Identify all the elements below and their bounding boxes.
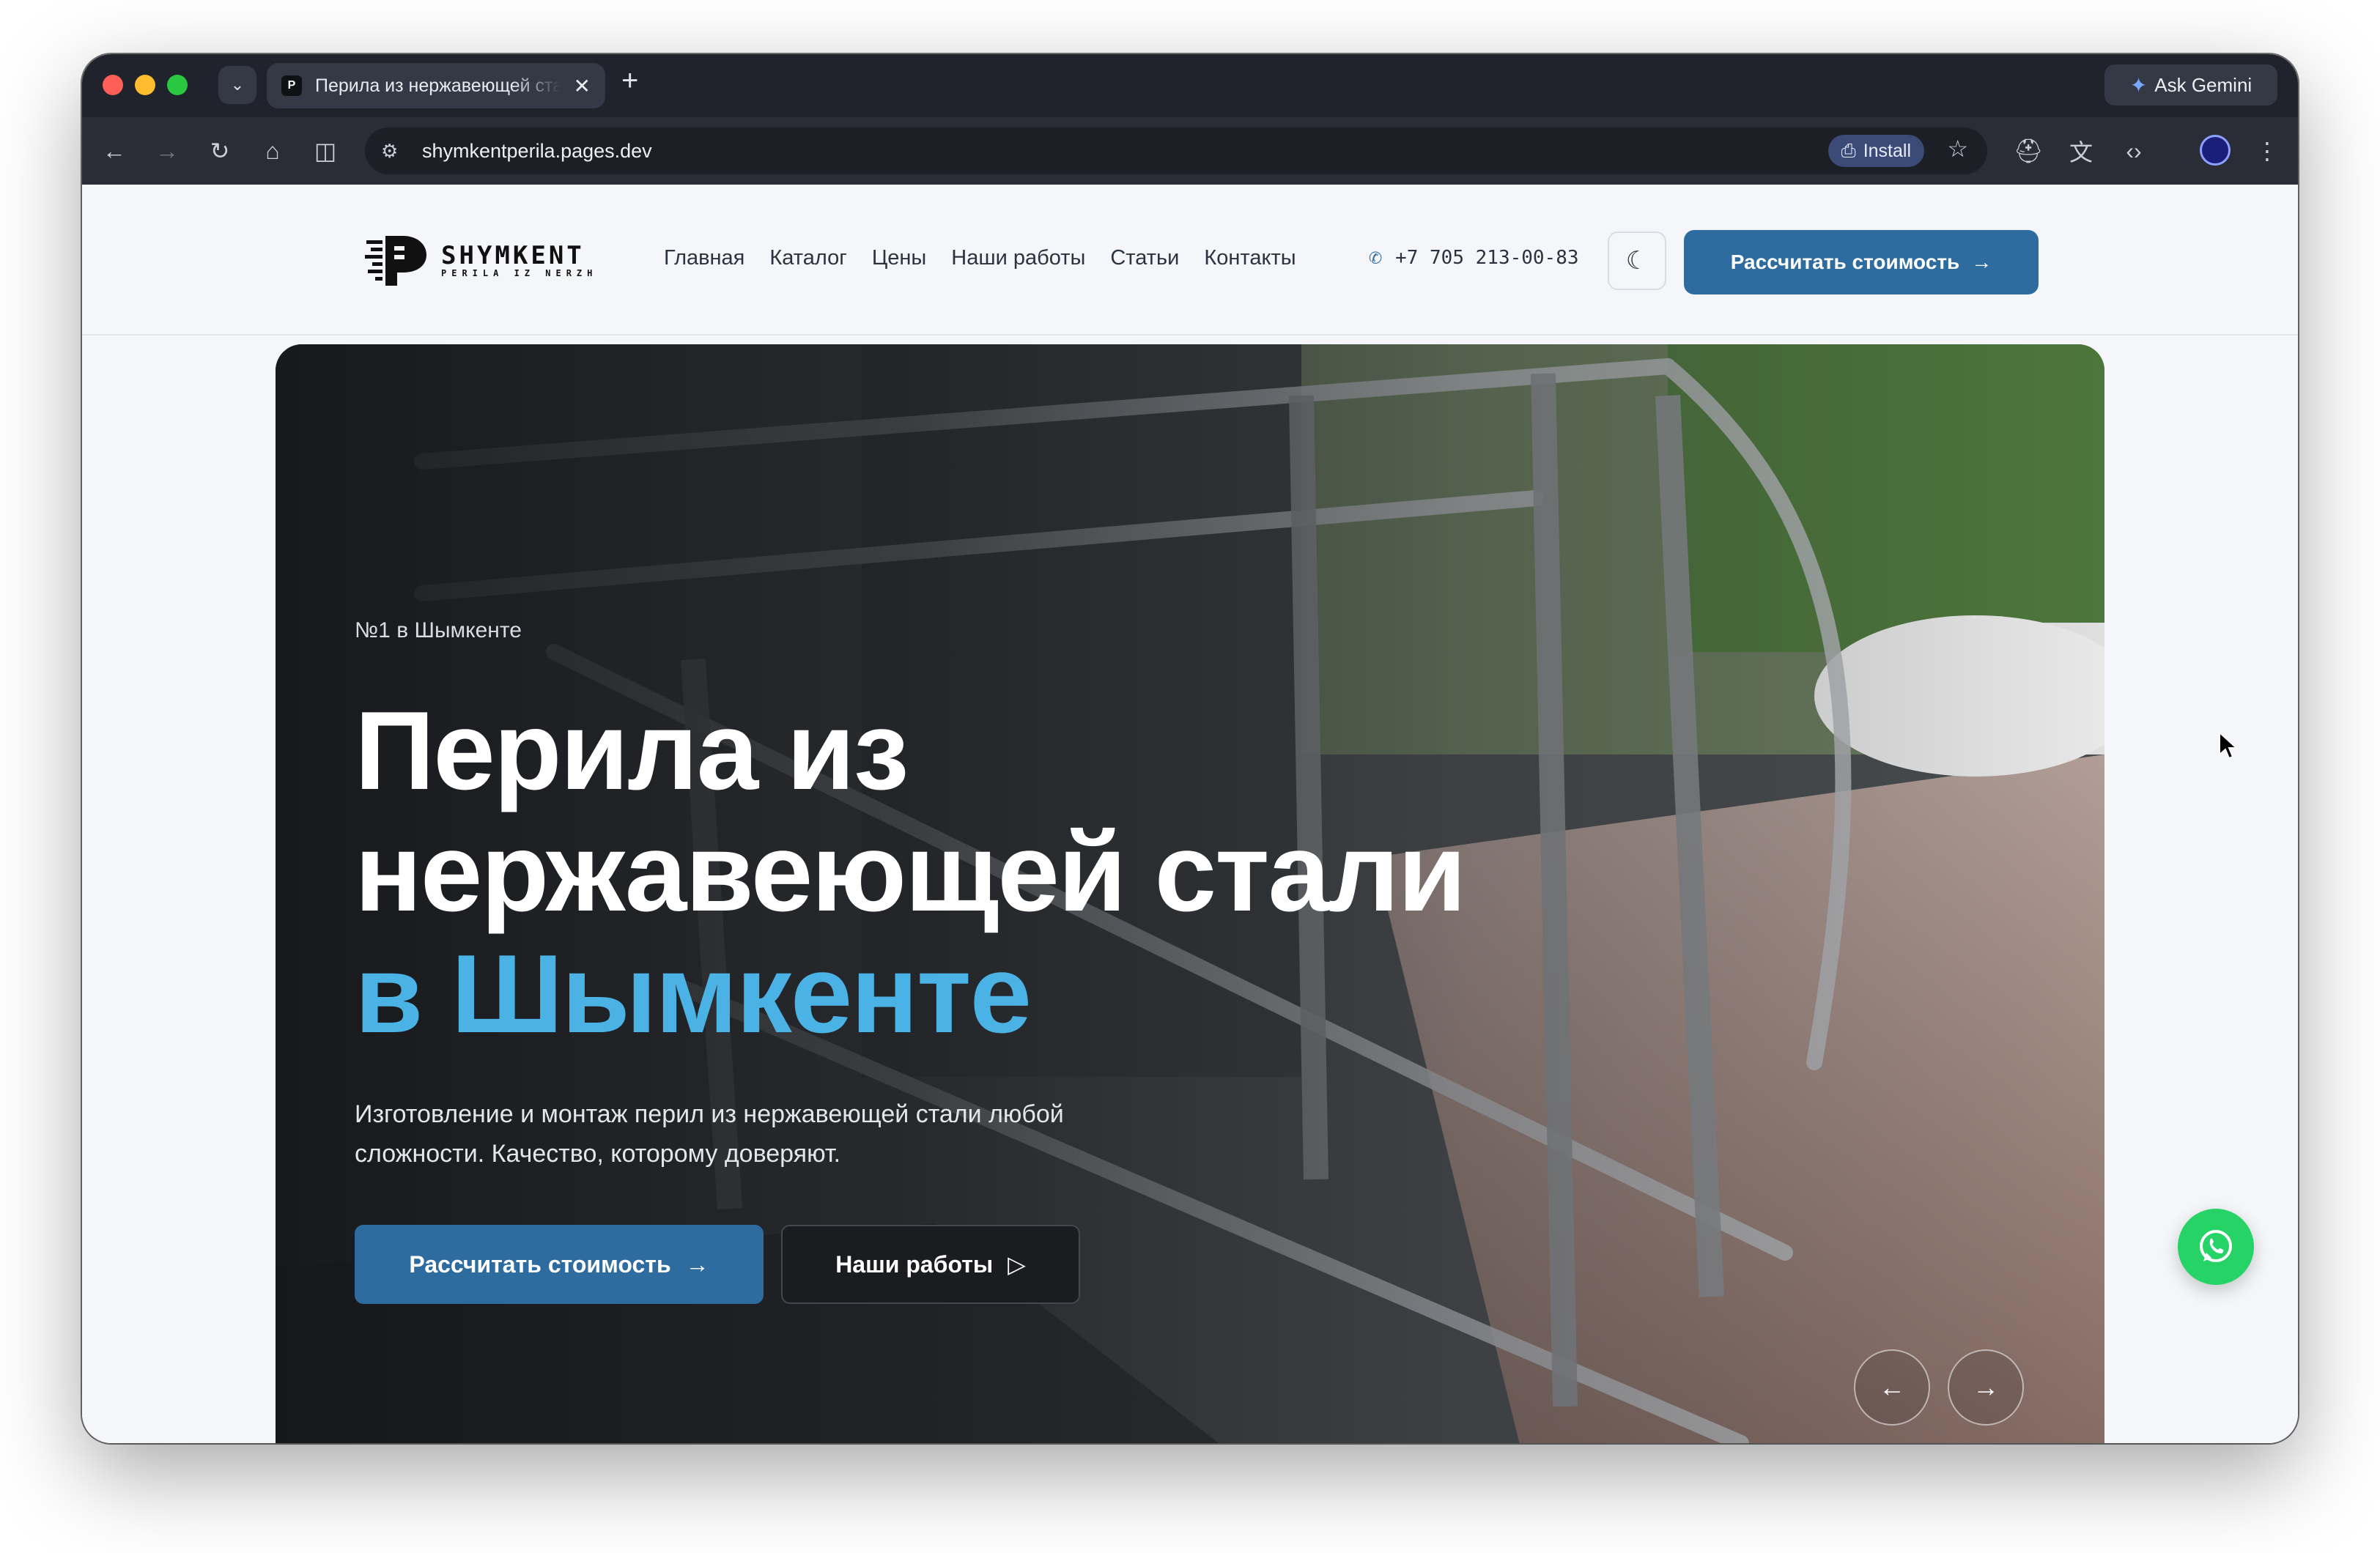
close-window-button[interactable]	[103, 75, 123, 95]
browser-toolbar: ← → ↻ ⌂ ◫ ⚙ shymkentperila.pages.dev ⎙ I…	[82, 117, 2298, 185]
site-logo[interactable]: SHYMKENT PERILA IZ NERZH	[365, 233, 597, 289]
headline-accent: в Шымкенте	[355, 932, 1032, 1056]
arrow-left-icon: ←	[1879, 1372, 1905, 1402]
moon-icon: ☾	[1625, 247, 1649, 275]
headline-line-2: нержавеющей стали	[355, 810, 1466, 935]
play-icon: ▷	[1008, 1251, 1026, 1278]
home-icon[interactable]: ⌂	[255, 133, 290, 168]
hero-calculate-button[interactable]: Рассчитать стоимость →	[355, 1225, 764, 1304]
chevron-down-icon: ⌄	[230, 75, 245, 94]
ask-gemini-button[interactable]: ✦ Ask Gemini	[2104, 64, 2277, 105]
devtools-icon[interactable]: ‹›	[2116, 133, 2151, 168]
hero-works-button[interactable]: Наши работы ▷	[781, 1225, 1080, 1304]
slider-prev-button[interactable]: ←	[1854, 1349, 1930, 1426]
hero-badge: №1 в Шымкенте	[355, 618, 522, 642]
site-settings-icon[interactable]: ⚙	[381, 140, 410, 163]
hero-buttons: Рассчитать стоимость → Наши работы ▷	[355, 1225, 1465, 1304]
new-tab-button[interactable]: +	[621, 64, 638, 97]
install-app-button[interactable]: ⎙ Install	[1828, 135, 1924, 167]
tab-search-button[interactable]: ⌄	[218, 66, 256, 104]
ask-gemini-label: Ask Gemini	[2154, 73, 2252, 96]
hero-slider: №1 в Шымкенте Перила из нержавеющей стал…	[276, 344, 2104, 1443]
minimize-window-button[interactable]	[135, 75, 155, 95]
cursor-icon	[2219, 731, 2239, 760]
split-view-icon[interactable]: ◫	[308, 133, 343, 168]
browser-titlebar: ⌄ P Перила из нержавеющей стали ✕ + ✦ As…	[82, 54, 2298, 117]
hero-content: №1 в Шымкенте Перила из нержавеющей стал…	[355, 618, 1466, 1304]
gemini-sparkle-icon: ✦	[2129, 73, 2148, 97]
profile-avatar-icon[interactable]	[2200, 135, 2231, 166]
hero-headline: Перила из нержавеющей стали в Шымкенте	[355, 689, 1466, 1056]
bookmark-star-icon[interactable]: ☆	[1947, 135, 1968, 163]
web-page: SHYMKENT PERILA IZ NERZH Главная Каталог…	[82, 185, 2298, 1443]
hero-works-label: Наши работы	[835, 1250, 994, 1278]
install-label: Install	[1863, 140, 1911, 161]
phone-link[interactable]: ✆ +7 705 213-00-83	[1369, 245, 1579, 270]
menu-icon[interactable]: ⋮	[2250, 133, 2285, 168]
nav-link-contacts[interactable]: Контакты	[1204, 246, 1296, 270]
hero-lead-text: Изготовление и монтаж перил из нержавеющ…	[355, 1100, 1064, 1168]
nav-link-prices[interactable]: Цены	[872, 246, 926, 270]
main-nav: Главная Каталог Цены Наши работы Статьи …	[664, 246, 1296, 270]
logo-mark-icon	[365, 236, 426, 286]
maximize-window-button[interactable]	[167, 75, 188, 95]
incognito-icon[interactable]: ⛑	[2011, 133, 2046, 168]
logo-name: SHYMKENT	[441, 241, 585, 270]
address-bar[interactable]: ⚙ shymkentperila.pages.dev ⎙ Install ☆	[365, 127, 1987, 174]
phone-number: +7 705 213-00-83	[1395, 246, 1579, 269]
browser-tab-active[interactable]: P Перила из нержавеющей стали ✕	[267, 63, 605, 108]
logo-tagline: PERILA IZ NERZH	[441, 268, 598, 278]
reload-icon[interactable]: ↻	[202, 133, 237, 168]
tab-title: Перила из нержавеющей стали	[315, 75, 561, 96]
arrow-right-icon: →	[1973, 1372, 1999, 1402]
hero-calculate-label: Рассчитать стоимость	[409, 1250, 671, 1278]
site-header: SHYMKENT PERILA IZ NERZH Главная Каталог…	[82, 185, 2298, 336]
nav-link-home[interactable]: Главная	[664, 246, 744, 270]
forward-icon[interactable]: →	[149, 133, 185, 168]
back-icon[interactable]: ←	[97, 133, 132, 168]
install-icon: ⎙	[1841, 140, 1856, 161]
translate-icon[interactable]: 文	[2063, 133, 2099, 168]
slider-next-button[interactable]: →	[1948, 1349, 2024, 1426]
phone-icon: ✆	[1369, 245, 1383, 270]
theme-toggle-button[interactable]: ☾	[1608, 231, 1666, 290]
nav-link-works[interactable]: Наши работы	[951, 246, 1085, 270]
headline-line-1: Перила из	[355, 689, 909, 813]
header-calculate-button[interactable]: Рассчитать стоимость →	[1684, 230, 2039, 294]
nav-link-catalog[interactable]: Каталог	[769, 246, 846, 270]
nav-link-articles[interactable]: Статьи	[1110, 246, 1179, 270]
header-cta-label: Рассчитать стоимость	[1730, 251, 1960, 273]
close-tab-icon[interactable]: ✕	[574, 74, 591, 98]
arrow-right-icon: →	[1971, 251, 1992, 273]
url-text[interactable]: shymkentperila.pages.dev	[422, 140, 652, 163]
site-favicon-icon: P	[281, 75, 302, 96]
browser-window: ⌄ P Перила из нержавеющей стали ✕ + ✦ As…	[82, 54, 2298, 1443]
whatsapp-icon	[2200, 1230, 2232, 1262]
arrow-right-icon: →	[685, 1250, 709, 1278]
whatsapp-button[interactable]	[2178, 1209, 2254, 1285]
